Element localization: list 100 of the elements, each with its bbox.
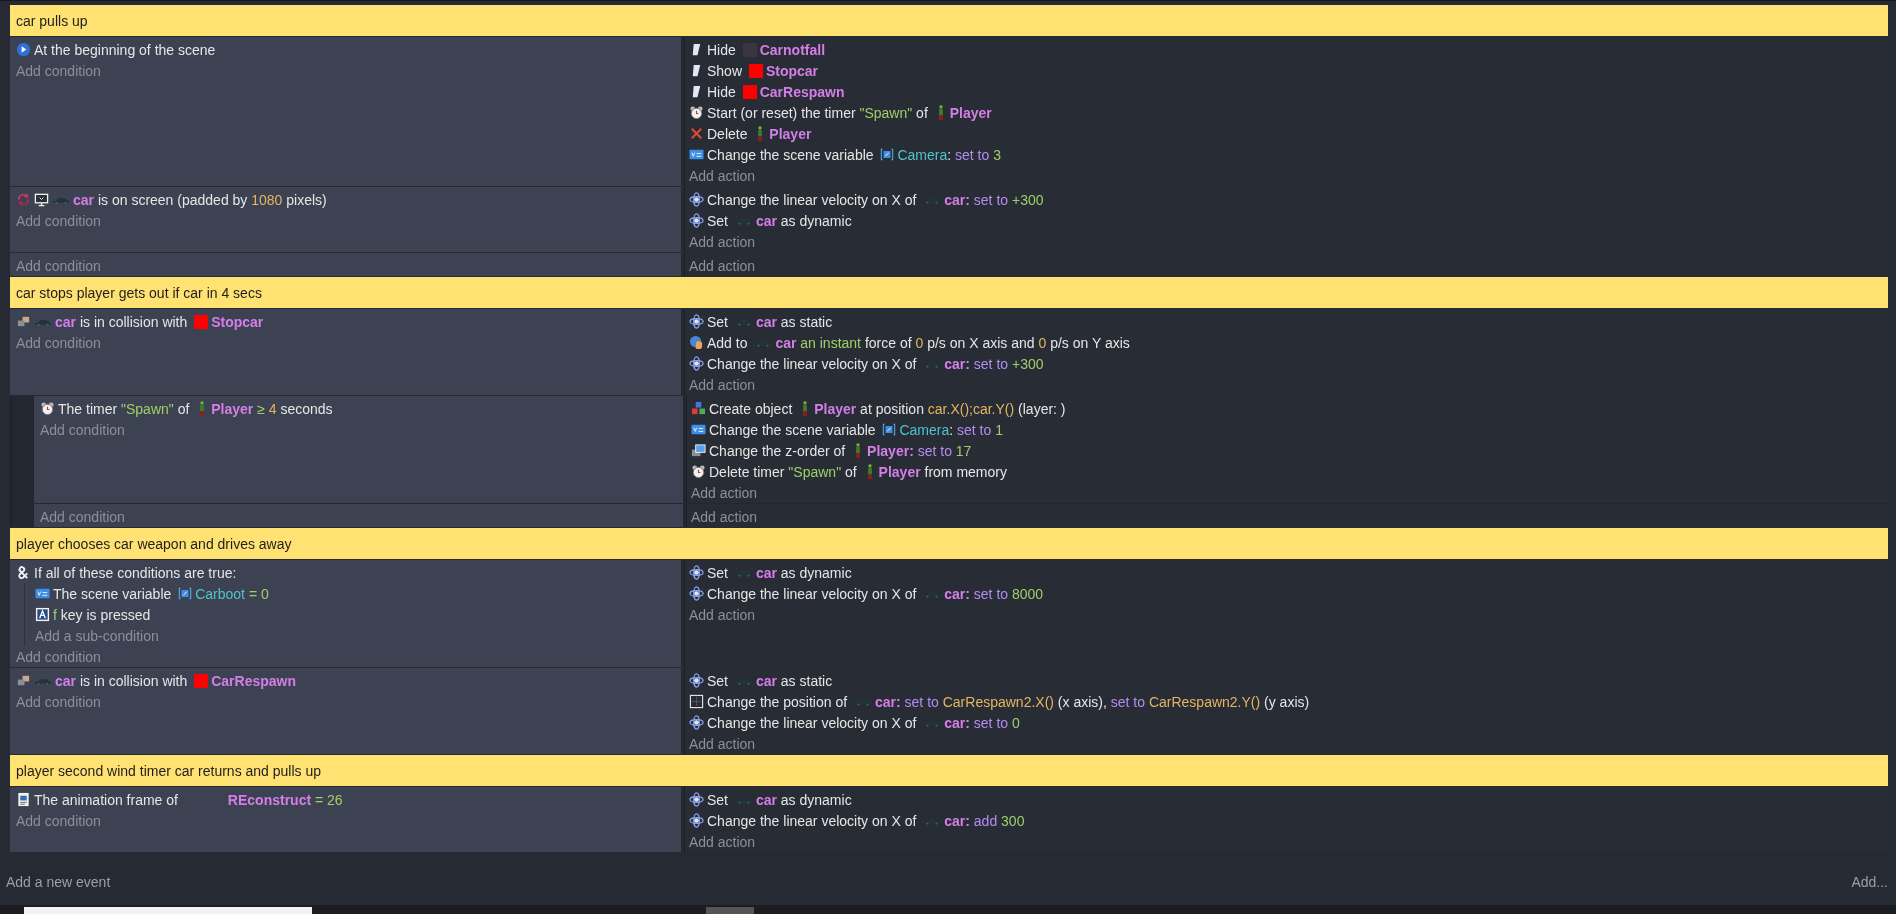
action-text: Set	[707, 313, 729, 330]
condition-text: REconstruct = 26	[227, 791, 343, 808]
action-text: Set	[707, 672, 729, 689]
comment-bar[interactable]: player chooses car weapon and drives away	[10, 528, 1888, 559]
add-action-link[interactable]: Add action	[691, 506, 758, 527]
action-text: Carnotfall	[759, 41, 826, 58]
hand-icon	[689, 335, 704, 350]
action-text: Hide	[707, 83, 737, 100]
action-text: Set	[707, 212, 729, 229]
alarm-clock-icon	[689, 105, 704, 120]
add-action-link[interactable]: Add action	[689, 733, 756, 754]
car-icon	[734, 676, 753, 685]
add-condition-link[interactable]: Add condition	[16, 332, 101, 353]
action-text: car: add 300	[944, 812, 1025, 829]
atom-icon	[689, 715, 704, 730]
film-page-icon	[16, 792, 31, 807]
add-condition-link[interactable]: Add condition	[16, 810, 101, 831]
variable-badge-icon	[691, 422, 706, 437]
action-text: Change the z-order of	[709, 442, 847, 459]
condition-text: Player ≥ 4 seconds	[211, 400, 333, 417]
action-text: car an instant force of 0 p/s on X axis and 0 p/s on Y axis	[775, 334, 1130, 351]
condition-text: CarRespawn	[211, 672, 296, 689]
car-icon	[923, 195, 942, 204]
sub-condition-text: The scene variable	[53, 585, 173, 602]
condition-text: The timer "Spawn" of	[58, 400, 191, 417]
add-action-link[interactable]: Add action	[689, 165, 756, 186]
atom-icon	[689, 213, 704, 228]
action-text: Show	[707, 62, 744, 79]
action-text: Change the linear velocity on X of	[707, 714, 918, 731]
action-text: Hide	[707, 41, 737, 58]
add-action-link[interactable]: Add action	[689, 374, 756, 395]
figure-icon	[866, 464, 873, 479]
car-icon	[923, 718, 942, 727]
add-action-link[interactable]: Add action	[691, 482, 758, 503]
add-condition-link[interactable]: Add condition	[16, 255, 101, 276]
comment-bar[interactable]: car pulls up	[10, 5, 1888, 36]
add-new-event-link[interactable]: Add a new event	[6, 874, 111, 890]
grid-square-icon	[689, 694, 704, 709]
variable-icon	[882, 423, 897, 436]
comment-bar[interactable]: car stops player gets out if car in 4 secs	[10, 277, 1888, 308]
atom-icon	[689, 792, 704, 807]
condition-text: At the beginning of the scene	[34, 41, 216, 58]
add-menu-button[interactable]: Add...	[1851, 874, 1888, 890]
condition-text: If all of these conditions are true:	[34, 564, 237, 581]
condition-text: The animation frame of	[34, 791, 179, 808]
layers-icon	[691, 443, 706, 458]
action-text: car: set to 8000	[944, 585, 1044, 602]
add-condition-link[interactable]: Add condition	[16, 60, 101, 81]
delete-icon	[689, 126, 704, 141]
action-text: car: set to 0	[944, 714, 1020, 731]
add-action-link[interactable]: Add action	[689, 604, 756, 625]
comment-bar[interactable]: player second wind timer car returns and pulls up	[10, 755, 1888, 786]
car-icon	[923, 816, 942, 825]
action-text: Set	[707, 791, 729, 808]
action-text: car as dynamic	[755, 564, 852, 581]
add-condition-link[interactable]: Add condition	[16, 691, 101, 712]
car-icon	[52, 195, 70, 204]
car-icon	[754, 338, 773, 347]
ampersand-icon	[16, 565, 31, 580]
action-text: Stopcar	[765, 62, 819, 79]
car-icon	[734, 317, 753, 326]
action-text: car: set to CarRespawn2.X() (x axis), set to CarRespawn2.Y() (y axis)	[875, 693, 1310, 710]
figure-icon	[802, 401, 809, 416]
action-text: car as static	[755, 672, 833, 689]
add-action-link[interactable]: Add action	[689, 231, 756, 252]
atom-icon	[689, 673, 704, 688]
car-icon	[734, 795, 753, 804]
action-text: Change the linear velocity on X of	[707, 585, 918, 602]
arrows-icon	[16, 192, 31, 207]
action-text: car: set to +300	[944, 191, 1044, 208]
action-text: Change the scene variable	[709, 421, 877, 438]
action-text: Change the linear velocity on X of	[707, 812, 918, 829]
add-action-link[interactable]: Add action	[689, 255, 756, 276]
car-icon	[734, 568, 753, 577]
atom-icon	[689, 586, 704, 601]
alarm-clock-icon	[40, 401, 55, 416]
scrollbar-drawing[interactable]	[0, 905, 1896, 914]
condition-text: car is in collision with	[55, 313, 189, 330]
add-condition-link[interactable]: Add condition	[40, 506, 125, 527]
add-condition-link[interactable]: Add condition	[16, 646, 101, 667]
action-text: car: set to +300	[944, 355, 1044, 372]
atom-icon	[689, 314, 704, 329]
add-sub-condition-link[interactable]: Add a sub-condition	[35, 625, 159, 646]
blocks-icon	[691, 401, 706, 416]
action-text: Delete timer "Spawn" of	[709, 463, 858, 480]
variable-badge-icon	[35, 586, 50, 601]
sub-condition-text: f key is pressed	[53, 606, 151, 623]
action-text: Set	[707, 564, 729, 581]
add-condition-link[interactable]: Add condition	[40, 419, 125, 440]
add-action-link[interactable]: Add action	[689, 831, 756, 852]
variable-icon	[178, 587, 193, 600]
variable-icon	[880, 148, 895, 161]
boxes-icon	[16, 314, 31, 329]
car-icon	[923, 359, 942, 368]
action-text: Change the scene variable	[707, 146, 875, 163]
add-condition-link[interactable]: Add condition	[16, 210, 101, 231]
condition-text: car is on screen (padded by 1080 pixels)	[73, 191, 327, 208]
action-text: Player: set to 17	[867, 442, 972, 459]
action-text: Camera: set to 3	[897, 146, 1001, 163]
action-text: car as dynamic	[755, 791, 852, 808]
